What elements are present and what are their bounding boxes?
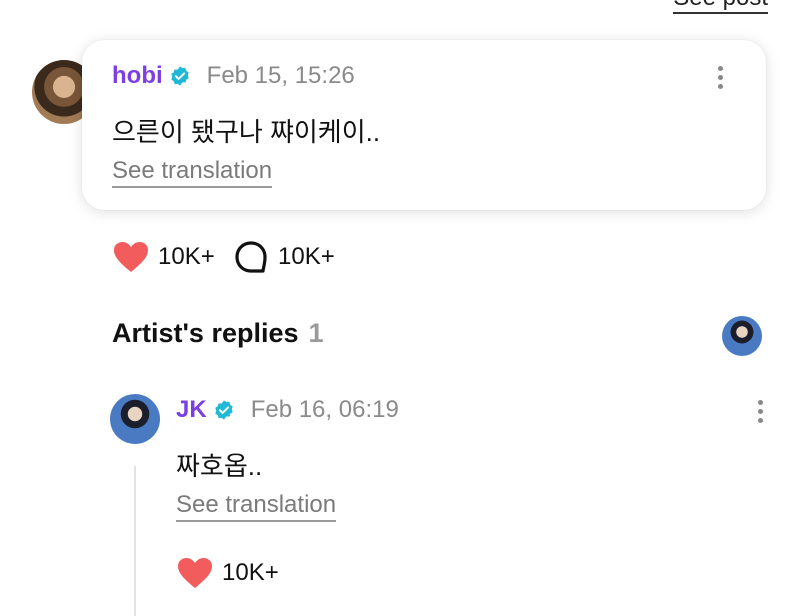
more-icon[interactable] (758, 400, 764, 423)
heart-icon (114, 242, 148, 272)
comment-timestamp: Feb 15, 15:26 (206, 62, 355, 89)
avatar-jk[interactable] (110, 394, 160, 444)
comment-text: 으른이 됐구나 쨔이케이.. (112, 117, 381, 147)
comment-author-name[interactable]: hobi (112, 62, 163, 90)
verified-icon (214, 400, 233, 420)
artist-replies-title: Artist's replies (112, 318, 299, 348)
verified-icon (170, 66, 189, 86)
comment-bubble-icon (235, 241, 267, 273)
artist-replies-heading: Artist's replies 1 (112, 318, 324, 349)
artist-replies-count: 1 (308, 318, 324, 348)
reply-author-name[interactable]: JK (176, 396, 207, 424)
heart-icon (178, 558, 212, 588)
reply-like-button[interactable]: 10K+ (176, 556, 279, 590)
reply-text: 짜호옵.. (176, 451, 263, 481)
comment-reply-button[interactable]: 10K+ (234, 240, 335, 274)
reply-author-row: JK Feb 16, 06:19 (176, 396, 399, 424)
see-translation-link[interactable]: See translation (112, 156, 273, 188)
thread-line (134, 466, 136, 616)
comment-like-button[interactable]: 10K+ (112, 240, 215, 274)
more-icon[interactable] (718, 66, 724, 89)
reply-see-translation-link[interactable]: See translation (176, 490, 337, 522)
comment-reply-count: 10K+ (278, 243, 335, 270)
comment-author-row: hobi Feb 15, 15:26 (112, 62, 355, 90)
artist-avatar-small[interactable] (722, 316, 762, 356)
comment-like-count: 10K+ (158, 243, 215, 270)
reply-timestamp: Feb 16, 06:19 (250, 396, 399, 423)
reply-like-count: 10K+ (222, 559, 279, 586)
see-post-link[interactable]: See post (673, 0, 768, 14)
